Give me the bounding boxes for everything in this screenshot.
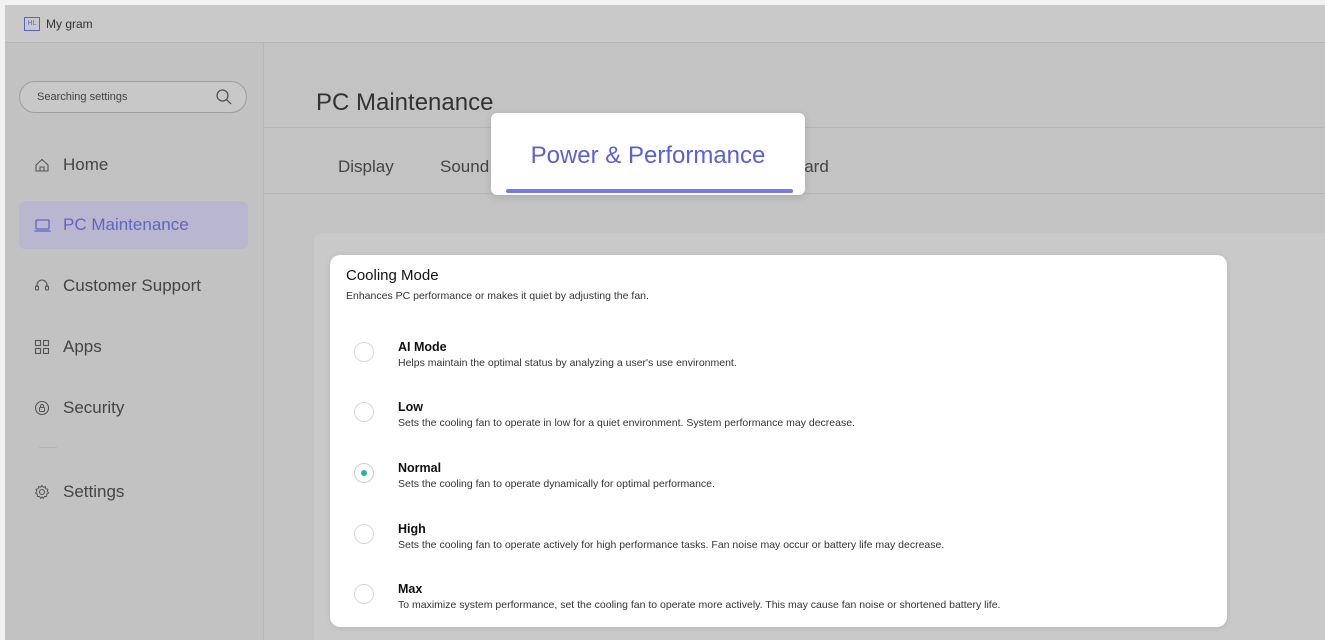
search-placeholder[interactable]: Searching settings [37, 91, 128, 103]
title-bar: HL My gram [5, 5, 1325, 43]
sidebar-item-label: Settings [63, 482, 125, 501]
app-logo: HL [24, 16, 40, 31]
sidebar-item-settings[interactable]: Settings [19, 468, 248, 516]
option-description: Sets the cooling fan to operate actively… [398, 539, 945, 551]
page-title: PC Maintenance [316, 89, 494, 116]
radio-max[interactable] [354, 584, 374, 604]
radio-normal[interactable] [354, 463, 374, 483]
sidebar: Searching settings Home PC Maintenance C… [5, 43, 264, 640]
radio-low[interactable] [354, 402, 374, 422]
headset-icon [33, 277, 51, 295]
option-label: Max [398, 582, 423, 596]
option-label: AI Mode [398, 340, 447, 354]
sidebar-item-label: Customer Support [63, 276, 201, 295]
app-title: My gram [46, 16, 93, 31]
option-description: Sets the cooling fan to operate in low f… [398, 417, 855, 429]
radio-high[interactable] [354, 524, 374, 544]
cooling-mode-description: Enhances PC performance or makes it quie… [346, 290, 649, 302]
sidebar-item-label: Home [63, 155, 109, 174]
option-high[interactable]: High Sets the cooling fan to operate act… [330, 522, 1227, 572]
cooling-mode-card: Cooling Mode Enhances PC performance or … [330, 255, 1227, 627]
sidebar-item-label: Apps [63, 337, 102, 356]
option-ai-mode[interactable]: AI Mode Helps maintain the optimal statu… [330, 340, 1227, 390]
search-field[interactable]: Searching settings [19, 81, 247, 113]
radio-ai-mode[interactable] [354, 342, 374, 362]
tab-power-performance[interactable]: Power & Performance [491, 113, 805, 195]
option-max[interactable]: Max To maximize system performance, set … [330, 582, 1227, 632]
sidebar-divider [39, 447, 57, 448]
sidebar-item-home[interactable]: Home [19, 141, 248, 189]
sidebar-item-customer-support[interactable]: Customer Support [19, 262, 248, 310]
sidebar-item-security[interactable]: Security [19, 384, 248, 432]
active-tab-indicator [506, 189, 793, 193]
option-description: Sets the cooling fan to operate dynamica… [398, 478, 715, 490]
option-normal[interactable]: Normal Sets the cooling fan to operate d… [330, 461, 1227, 511]
search-icon[interactable] [215, 88, 233, 106]
laptop-icon [33, 216, 51, 234]
home-icon [33, 156, 51, 174]
sidebar-item-apps[interactable]: Apps [19, 323, 248, 371]
option-description: Helps maintain the optimal status by ana… [398, 357, 737, 369]
sidebar-item-label: Security [63, 398, 125, 417]
option-label: Normal [398, 461, 442, 475]
gear-icon [33, 483, 51, 501]
tab-sound[interactable]: Sound [440, 157, 489, 177]
tab-power-performance-label: Power & Performance [530, 142, 766, 169]
option-low[interactable]: Low Sets the cooling fan to operate in l… [330, 400, 1227, 450]
option-label: High [398, 522, 426, 536]
cooling-mode-title: Cooling Mode [346, 267, 439, 284]
shield-icon [33, 399, 51, 417]
apps-grid-icon [33, 338, 51, 356]
sidebar-item-label: PC Maintenance [63, 215, 189, 234]
option-label: Low [398, 400, 423, 414]
sidebar-item-pc-maintenance[interactable]: PC Maintenance [19, 201, 248, 249]
option-description: To maximize system performance, set the … [398, 599, 1001, 611]
tab-display[interactable]: Display [338, 157, 394, 177]
